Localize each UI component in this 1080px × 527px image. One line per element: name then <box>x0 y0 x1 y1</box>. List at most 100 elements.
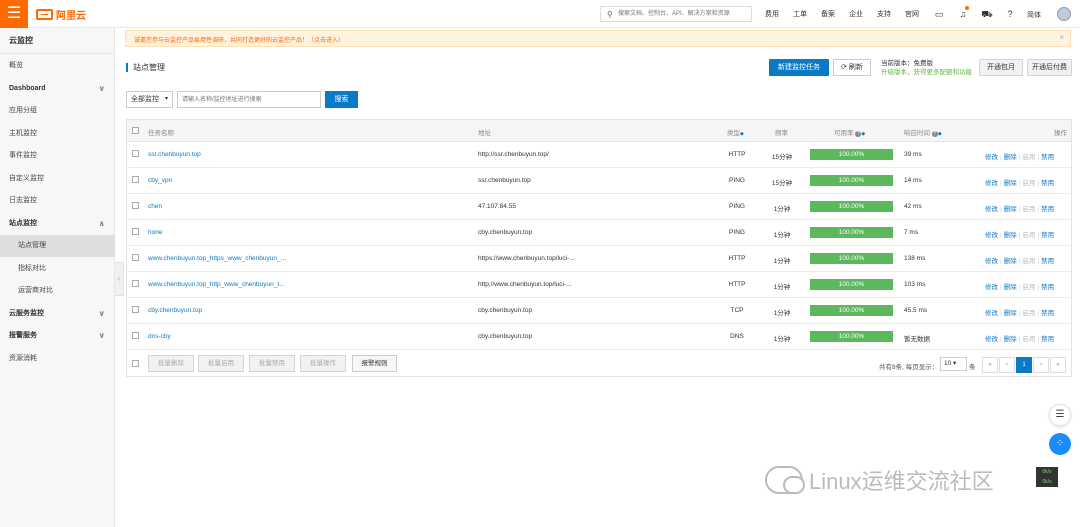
sidebar-item-resource-usage[interactable]: 资源消耗 <box>0 348 115 370</box>
page-size-select[interactable]: 10 ▾ <box>940 357 967 371</box>
close-icon[interactable]: × <box>1059 33 1064 42</box>
notice-text[interactable]: 诚邀您参与云监控产品易用性调研，共同打造更好的云监控产品！（点击进入） <box>134 35 344 44</box>
delete-link[interactable]: 删除 <box>1004 310 1017 317</box>
batch-disable-button[interactable]: 批量禁用 <box>249 355 295 372</box>
sidebar-item-site-management[interactable]: 站点管理 <box>0 235 115 257</box>
edit-link[interactable]: 修改 <box>985 258 998 265</box>
edit-link[interactable]: 修改 <box>985 284 998 291</box>
disable-link[interactable]: 禁用 <box>1041 180 1054 187</box>
disable-link[interactable]: 禁用 <box>1041 258 1054 265</box>
sidebar-item-custom-monitor[interactable]: 自定义监控 <box>0 168 115 190</box>
nav-support[interactable]: 支持 <box>877 9 891 19</box>
upgrade-link[interactable]: 升级版本，获得更多配额和功能 <box>881 68 972 77</box>
disable-link[interactable]: 禁用 <box>1041 154 1054 161</box>
delete-link[interactable]: 删除 <box>1004 336 1017 343</box>
enable-link[interactable]: 启用 <box>1022 180 1035 187</box>
select-all-checkbox[interactable] <box>132 127 139 134</box>
row-checkbox[interactable] <box>132 254 139 261</box>
footer-select-all-checkbox[interactable] <box>132 360 139 367</box>
row-checkbox[interactable] <box>132 150 139 157</box>
task-name-link[interactable]: ssr.chenbuyun.top <box>148 151 201 158</box>
disable-link[interactable]: 禁用 <box>1041 284 1054 291</box>
col-response[interactable]: 响应时间 ? ◆ <box>904 127 942 137</box>
page-number-button[interactable]: 1 <box>1016 357 1032 373</box>
sidebar-group-dashboard[interactable]: Dashboard ∨ <box>0 78 115 100</box>
sidebar-group-alarm[interactable]: 报警服务 ∨ <box>0 325 115 347</box>
apps-icon[interactable]: ⁘ <box>1049 433 1071 455</box>
edit-link[interactable]: 修改 <box>985 180 998 187</box>
row-checkbox[interactable] <box>132 332 139 339</box>
sidebar-item-event-monitor[interactable]: 事件监控 <box>0 145 115 167</box>
language-switch[interactable]: 简体 <box>1027 10 1041 20</box>
delete-link[interactable]: 删除 <box>1004 232 1017 239</box>
enable-link[interactable]: 启用 <box>1022 258 1035 265</box>
nav-official[interactable]: 官网 <box>905 9 919 19</box>
row-checkbox[interactable] <box>132 306 139 313</box>
edit-link[interactable]: 修改 <box>985 206 998 213</box>
page-last-button[interactable]: » <box>1050 357 1066 373</box>
sidebar-item-app-groups[interactable]: 应用分组 <box>0 100 115 122</box>
alarm-rules-button[interactable]: 报警规则 <box>352 355 397 372</box>
page-prev-button[interactable]: ‹ <box>999 357 1015 373</box>
nav-enterprise[interactable]: 企业 <box>849 9 863 19</box>
edit-link[interactable]: 修改 <box>985 232 998 239</box>
enable-link[interactable]: 启用 <box>1022 206 1035 213</box>
batch-delete-button[interactable]: 批量删除 <box>148 355 194 372</box>
search-button[interactable]: 搜索 <box>325 91 358 108</box>
nav-fee[interactable]: 费用 <box>765 9 779 19</box>
task-name-link[interactable]: hone <box>148 229 162 236</box>
avatar[interactable] <box>1057 7 1071 21</box>
task-search-input[interactable] <box>177 91 321 108</box>
batch-enable-button[interactable]: 批量启用 <box>198 355 244 372</box>
delete-link[interactable]: 删除 <box>1004 284 1017 291</box>
disable-link[interactable]: 禁用 <box>1041 232 1054 239</box>
task-name-link[interactable]: chen <box>148 203 162 210</box>
task-name-link[interactable]: cby.chenbuyun.top <box>148 307 202 314</box>
cart-icon[interactable]: ⛟ <box>981 8 993 20</box>
sidebar-item-log-monitor[interactable]: 日志监控 <box>0 190 115 212</box>
help-icon[interactable]: ? <box>1004 8 1016 20</box>
row-checkbox[interactable] <box>132 280 139 287</box>
task-name-link[interactable]: dns-cby <box>148 333 171 340</box>
delete-link[interactable]: 删除 <box>1004 180 1017 187</box>
delete-link[interactable]: 删除 <box>1004 258 1017 265</box>
chat-icon[interactable]: ☰ <box>1049 404 1071 426</box>
disable-link[interactable]: 禁用 <box>1041 206 1054 213</box>
sidebar-group-site-monitor[interactable]: 站点监控 ∧ <box>0 213 115 235</box>
postpaid-button[interactable]: 开通后付费 <box>1027 59 1072 76</box>
screen-icon[interactable]: ▭ <box>933 8 945 20</box>
edit-link[interactable]: 修改 <box>985 336 998 343</box>
sidebar-group-cloud-service[interactable]: 云服务监控 ∨ <box>0 303 115 325</box>
edit-link[interactable]: 修改 <box>985 154 998 161</box>
sidebar-item-isp-compare[interactable]: 运营商对比 <box>0 280 115 302</box>
refresh-button[interactable]: ⟳ 刷新 <box>833 59 871 76</box>
task-name-link[interactable]: www.chenbuyun.top_https_www_chenbuyun_..… <box>148 255 286 262</box>
col-type[interactable]: 类型◆ <box>727 127 744 137</box>
page-first-button[interactable]: « <box>982 357 998 373</box>
enable-link[interactable]: 启用 <box>1022 310 1035 317</box>
edit-link[interactable]: 修改 <box>985 310 998 317</box>
enable-link[interactable]: 启用 <box>1022 154 1035 161</box>
sidebar-item-overview[interactable]: 概览 <box>0 55 115 77</box>
sidebar-item-host-monitor[interactable]: 主机监控 <box>0 123 115 145</box>
disable-link[interactable]: 禁用 <box>1041 310 1054 317</box>
enable-link[interactable]: 启用 <box>1022 336 1035 343</box>
col-availability[interactable]: 可用率 ? ◆ <box>834 127 865 137</box>
row-checkbox[interactable] <box>132 228 139 235</box>
new-task-button[interactable]: 新建监控任务 <box>769 59 829 76</box>
enable-link[interactable]: 启用 <box>1022 232 1035 239</box>
monthly-button[interactable]: 开通包月 <box>979 59 1023 76</box>
nav-icp[interactable]: 备案 <box>821 9 835 19</box>
sidebar-collapse-handle[interactable]: ‹ <box>115 262 124 296</box>
search-input[interactable] <box>618 8 750 20</box>
global-search[interactable]: ⚲ <box>600 6 752 22</box>
row-checkbox[interactable] <box>132 202 139 209</box>
delete-link[interactable]: 删除 <box>1004 206 1017 213</box>
sidebar-item-metric-compare[interactable]: 指标对比 <box>0 258 115 280</box>
aliyun-logo[interactable]: 阿里云 <box>36 8 86 22</box>
nav-ticket[interactable]: 工单 <box>793 9 807 19</box>
enable-link[interactable]: 启用 <box>1022 284 1035 291</box>
task-name-link[interactable]: www.chenbuyun.top_http_www_chenbuyun_t..… <box>148 281 285 288</box>
hamburger-icon[interactable]: ☰ <box>0 0 28 28</box>
delete-link[interactable]: 删除 <box>1004 154 1017 161</box>
